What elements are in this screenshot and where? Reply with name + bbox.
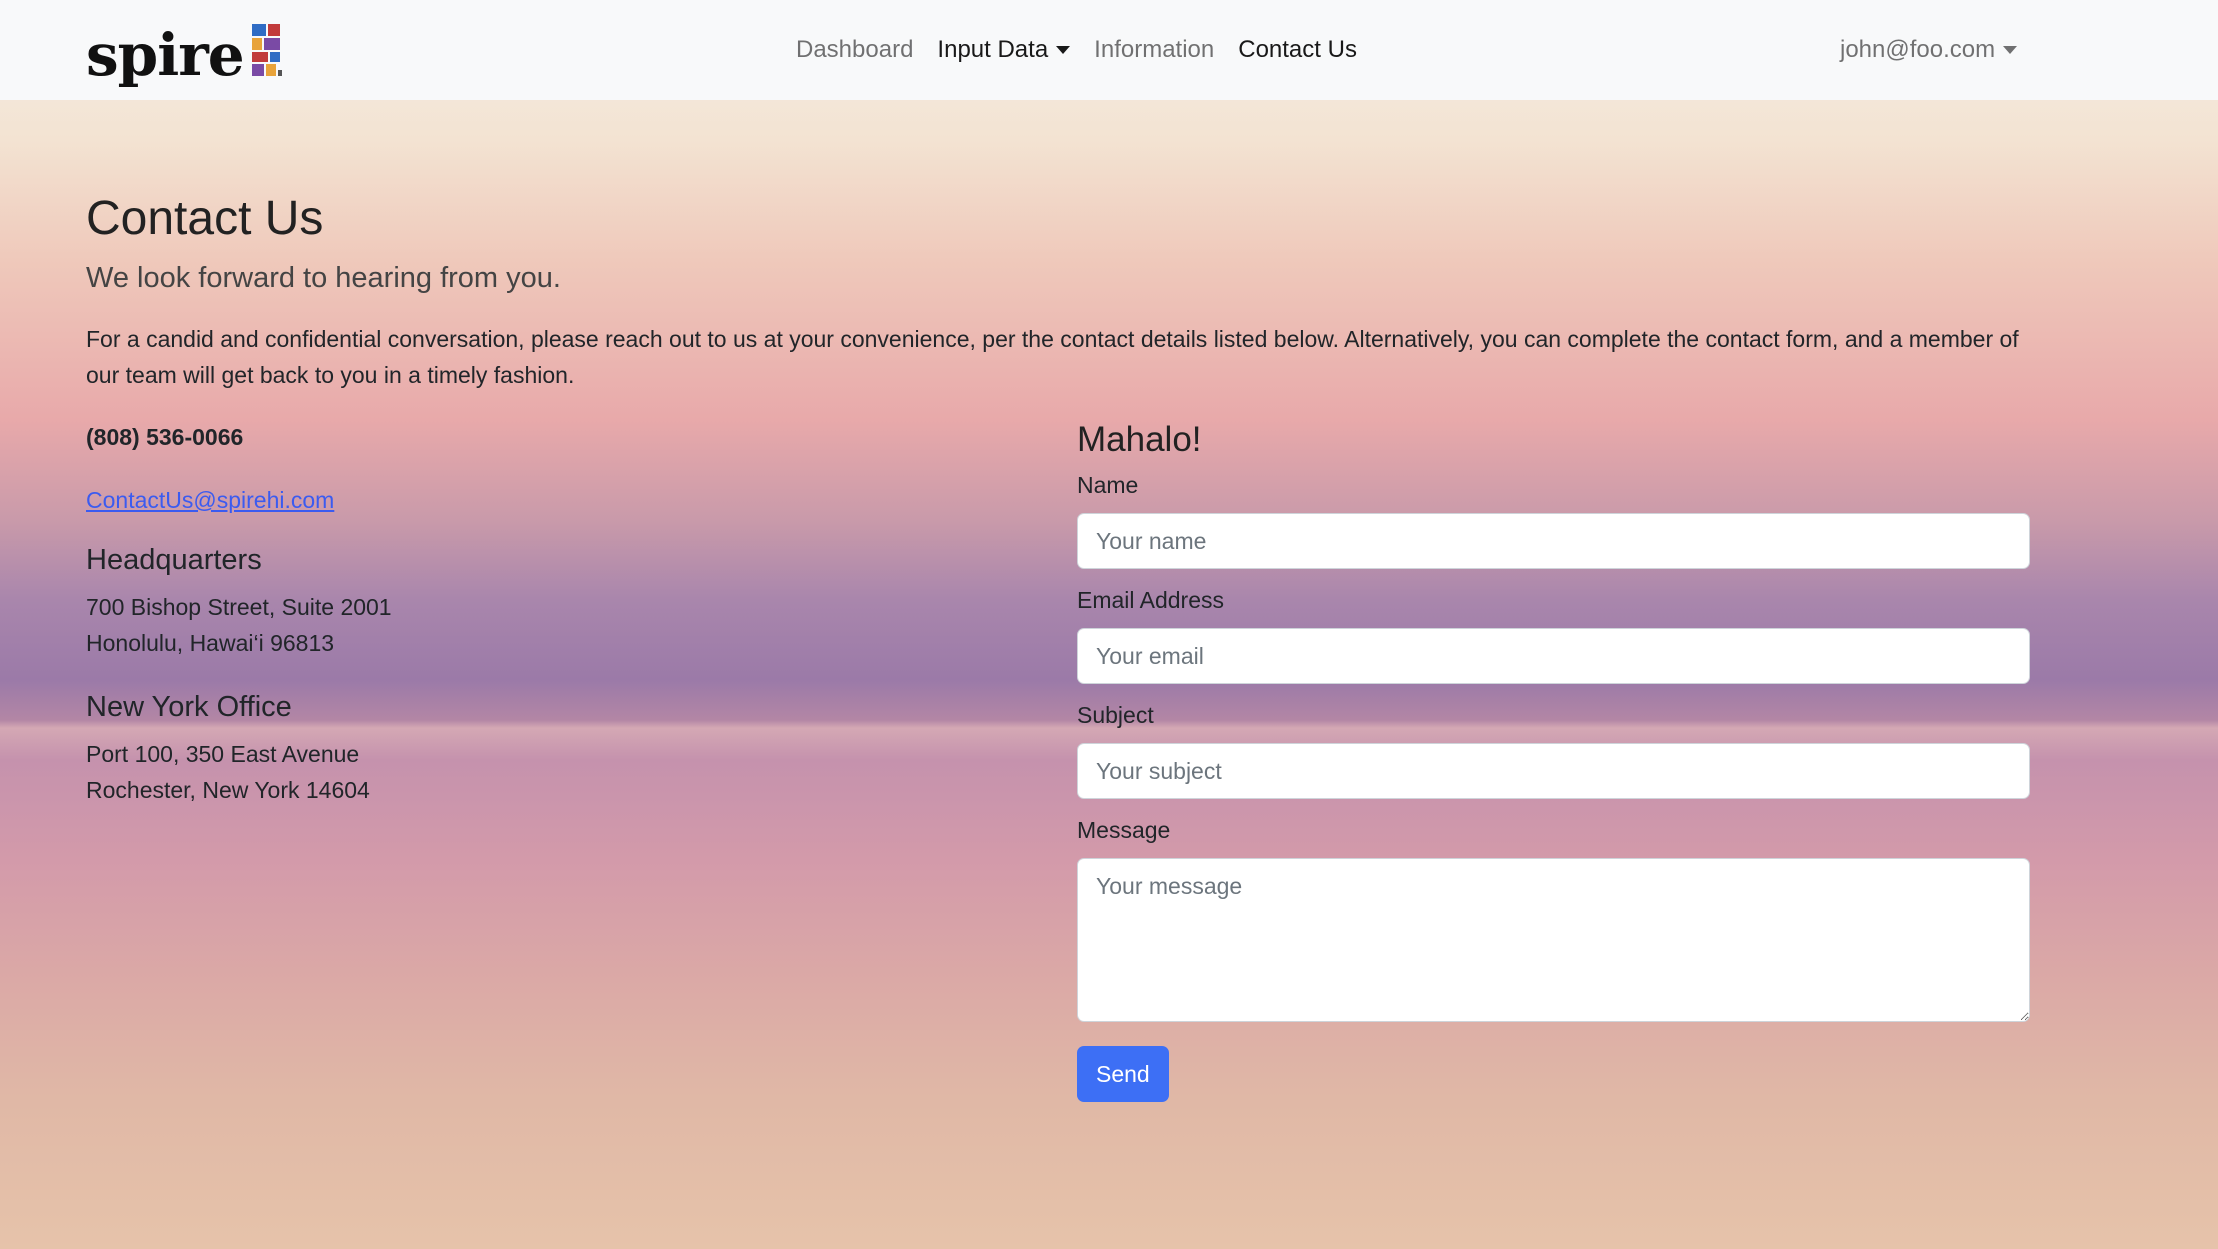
brand-name: spire: [86, 21, 245, 89]
nav-information[interactable]: Information: [1082, 36, 1226, 64]
contact-details: (808) 536-0066 ContactUs@spirehi.com Hea…: [86, 424, 986, 808]
page-intro: For a candid and confidential conversati…: [86, 325, 2019, 388]
send-button[interactable]: Send: [1077, 1046, 1169, 1102]
subject-label: Subject: [1077, 702, 1154, 728]
nav-contact-us[interactable]: Contact Us: [1226, 36, 1369, 64]
address-line: 700 Bishop Street, Suite 2001: [86, 594, 392, 620]
brand-logo[interactable]: spire: [86, 14, 282, 84]
address-line: Honolulu, Hawai‘i 96813: [86, 630, 335, 656]
user-menu-dropdown[interactable]: john@foo.com: [1840, 0, 2018, 100]
nav-input-data-label: Input Data: [937, 36, 1049, 63]
contact-form: Mahalo! Name Email Address Subject Messa…: [1077, 420, 2030, 1102]
address-line: Rochester, New York 14604: [86, 777, 370, 803]
contact-email-link[interactable]: ContactUs@spirehi.com: [86, 487, 334, 514]
name-input[interactable]: [1077, 513, 2030, 569]
user-email: john@foo.com: [1840, 36, 1996, 63]
address-line: Port 100, 350 East Avenue: [86, 741, 360, 767]
chevron-down-icon: [1056, 46, 1071, 54]
phone-number: (808) 536-0066: [86, 424, 244, 450]
subject-input[interactable]: [1077, 743, 2030, 799]
message-label: Message: [1077, 817, 1171, 843]
page-header: Contact Us We look forward to hearing fr…: [86, 190, 2036, 393]
office-address-headquarters: 700 Bishop Street, Suite 2001 Honolulu, …: [86, 589, 986, 661]
email-input[interactable]: [1077, 628, 2030, 684]
office-title-new-york: New York Office: [86, 691, 292, 723]
nav-dashboard[interactable]: Dashboard: [784, 36, 925, 64]
nav-input-data-dropdown[interactable]: Input Data: [925, 36, 1082, 64]
message-textarea[interactable]: [1077, 858, 2030, 1022]
form-title: Mahalo!: [1077, 420, 1202, 459]
office-title-headquarters: Headquarters: [86, 544, 262, 576]
email-label: Email Address: [1077, 587, 1225, 613]
page-lead: We look forward to hearing from you.: [86, 261, 561, 294]
office-address-new-york: Port 100, 350 East Avenue Rochester, New…: [86, 736, 986, 808]
chevron-down-icon: [2003, 46, 2018, 54]
top-navbar: spire Dashboard Input Data Information C…: [0, 0, 2218, 100]
page-title: Contact Us: [86, 192, 324, 245]
name-label: Name: [1077, 472, 1139, 498]
main-nav: Dashboard Input Data Information Contact…: [784, 0, 1369, 100]
spire-mosaic-logo-icon: [251, 24, 282, 76]
